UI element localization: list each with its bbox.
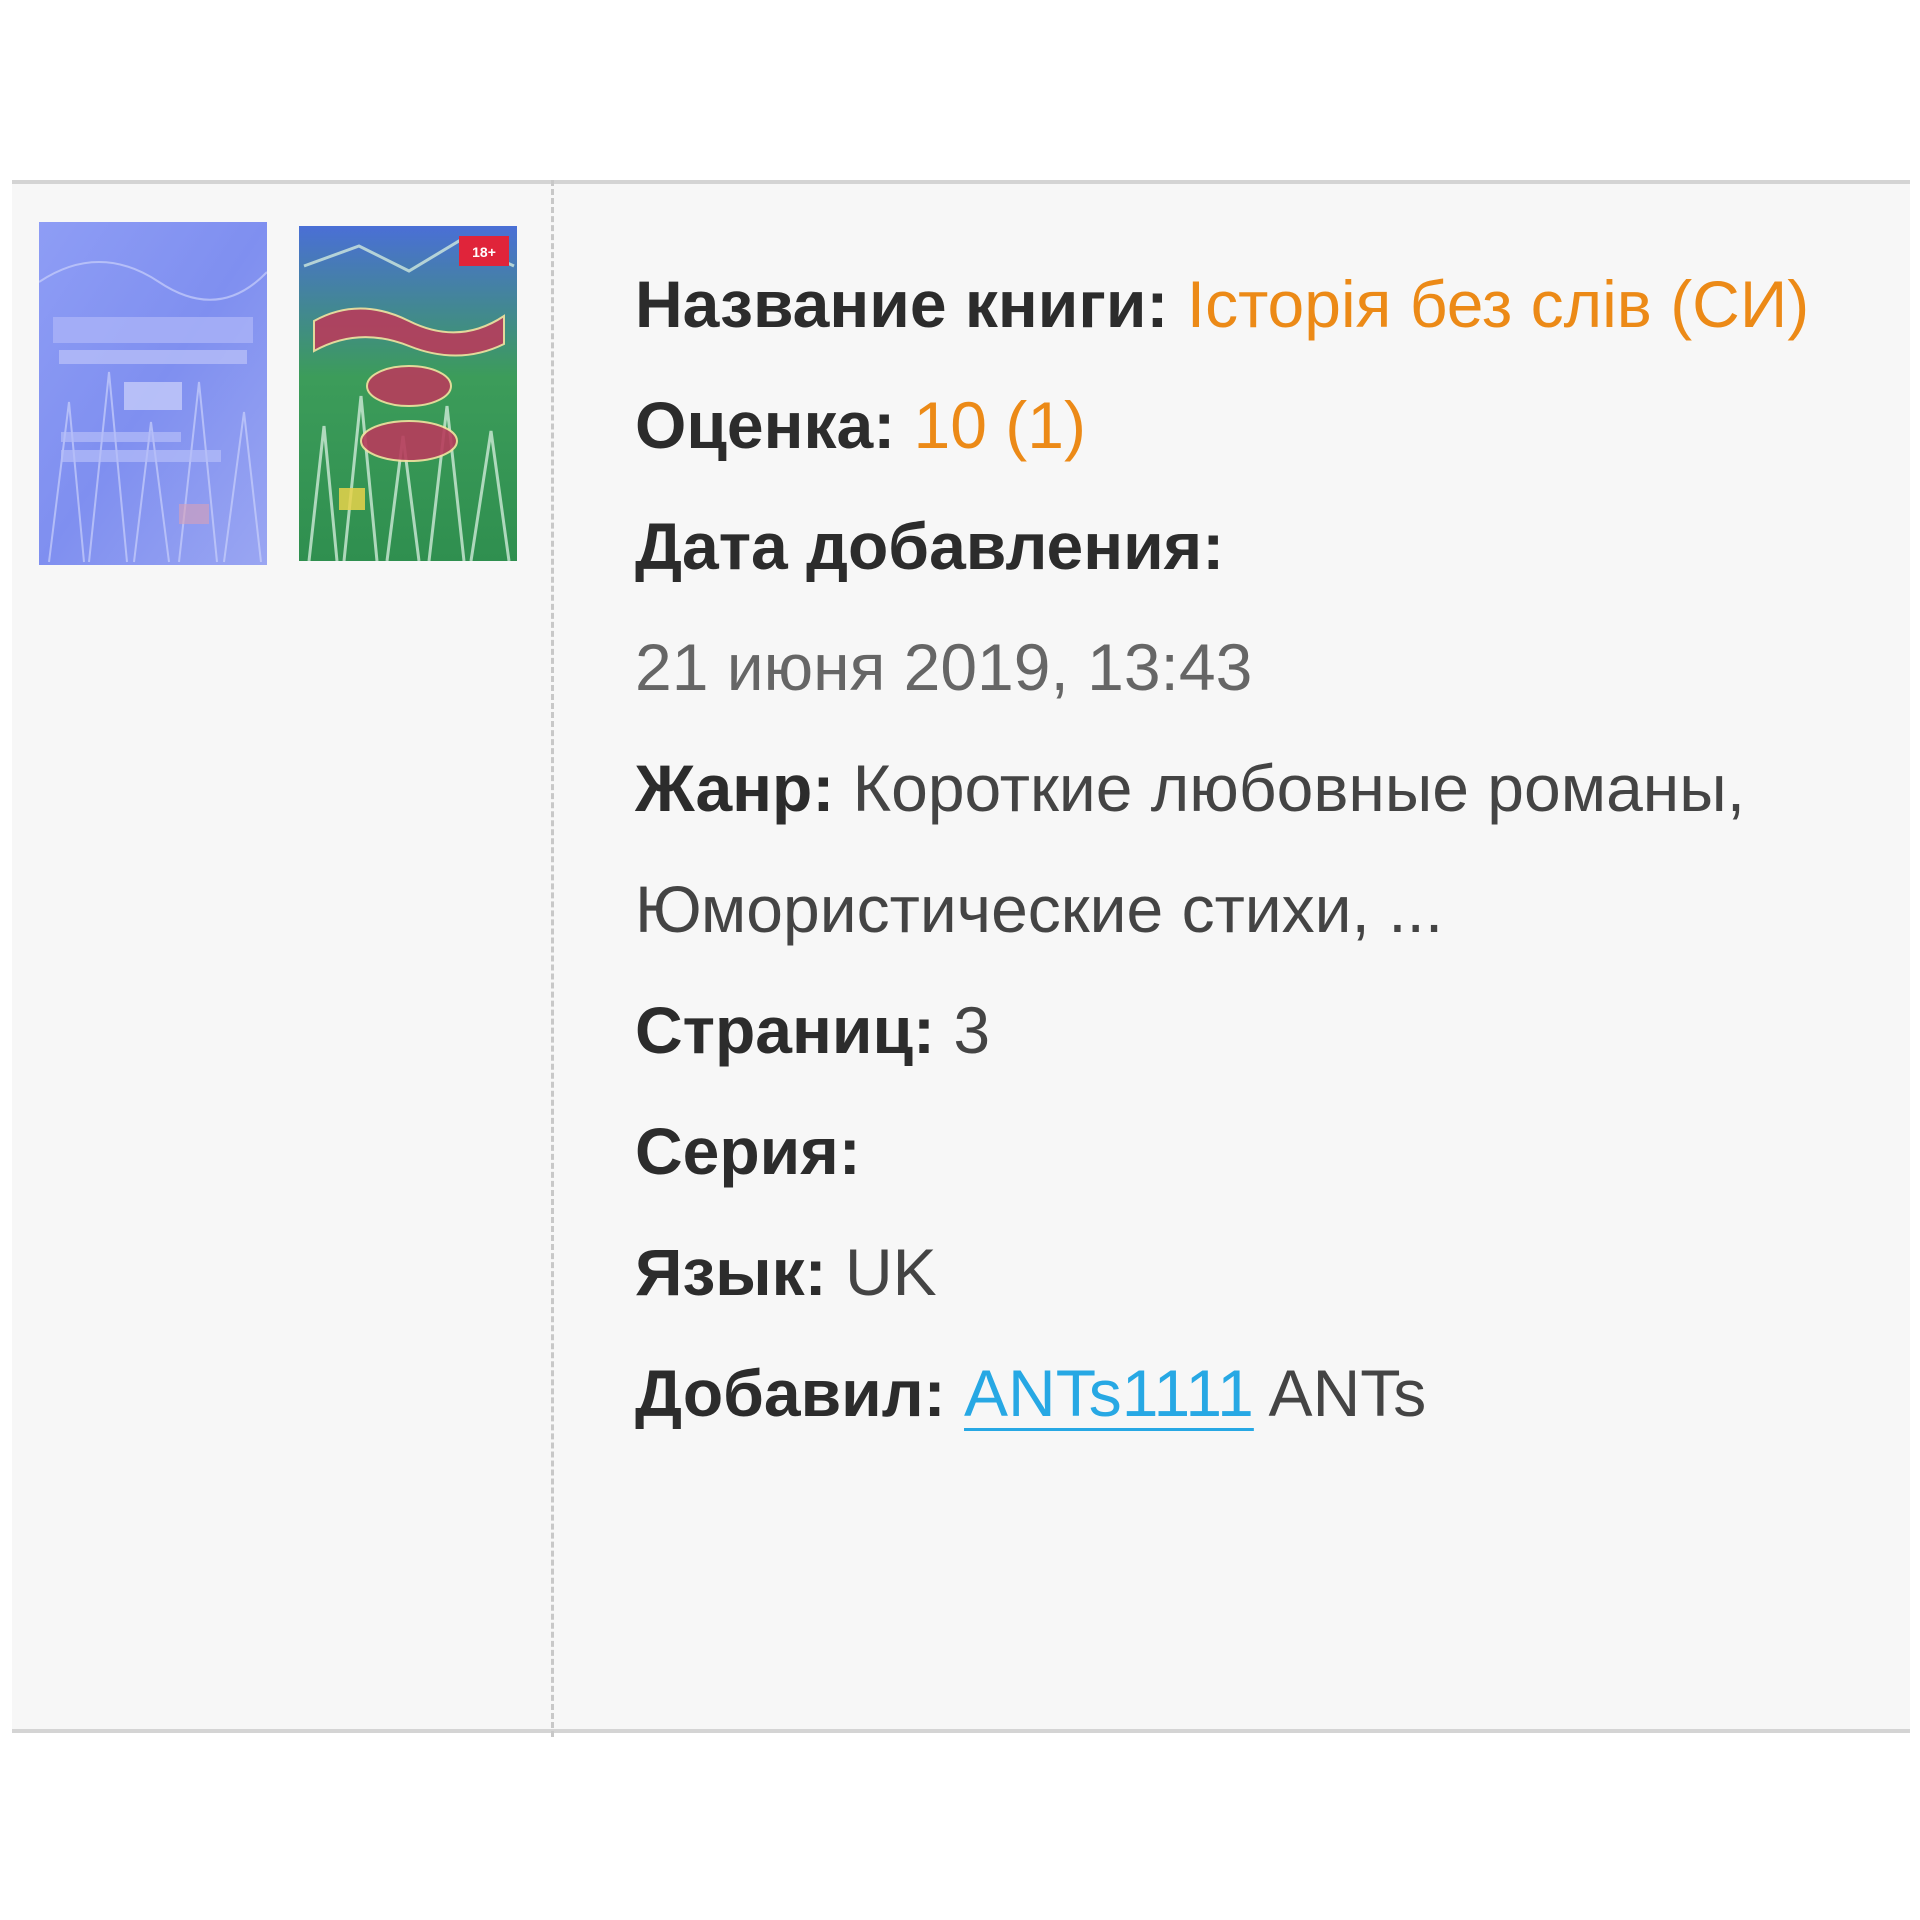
language-row: Язык: UK: [635, 1212, 1835, 1333]
book-card: 18+ Название книги: Історія без слів (СИ…: [12, 180, 1910, 1737]
added-by-user-link[interactable]: ANTs1111: [964, 1356, 1254, 1430]
rating-label: Оценка:: [635, 388, 896, 462]
pages-row: Страниц: 3: [635, 970, 1835, 1091]
rating-value: 10 (1): [913, 388, 1086, 462]
pages-value: 3: [953, 993, 991, 1067]
date-value-row: 21 июня 2019, 13:43: [635, 607, 1835, 728]
added-by-label: Добавил:: [635, 1356, 946, 1430]
genre-label: Жанр:: [635, 751, 835, 825]
title-row: Название книги: Історія без слів (СИ): [635, 244, 1835, 365]
date-value: 21 июня 2019, 13:43: [635, 630, 1253, 704]
genre-row: Жанр: Короткие любовные романы, Юмористи…: [635, 728, 1835, 970]
age-rating-badge: 18+: [472, 244, 496, 260]
pages-label: Страниц:: [635, 993, 935, 1067]
language-label: Язык:: [635, 1235, 827, 1309]
language-value: UK: [844, 1235, 937, 1309]
title-label: Название книги:: [635, 267, 1169, 341]
added-by-name: ANTs: [1268, 1356, 1427, 1430]
rating-row: Оценка: 10 (1): [635, 365, 1835, 486]
date-label-row: Дата добавления:: [635, 486, 1835, 607]
series-row: Серия:: [635, 1091, 1835, 1212]
book-info: Название книги: Історія без слів (СИ) Оц…: [635, 244, 1835, 1454]
series-label: Серия:: [635, 1114, 861, 1188]
book-cover-image-1[interactable]: [39, 222, 267, 565]
added-by-row: Добавил: ANTs1111 ANTs: [635, 1333, 1835, 1454]
date-label: Дата добавления:: [635, 509, 1225, 583]
book-cover-image-2[interactable]: 18+: [299, 226, 517, 561]
column-divider: [551, 180, 554, 1737]
book-title: Історія без слів (СИ): [1186, 267, 1810, 341]
